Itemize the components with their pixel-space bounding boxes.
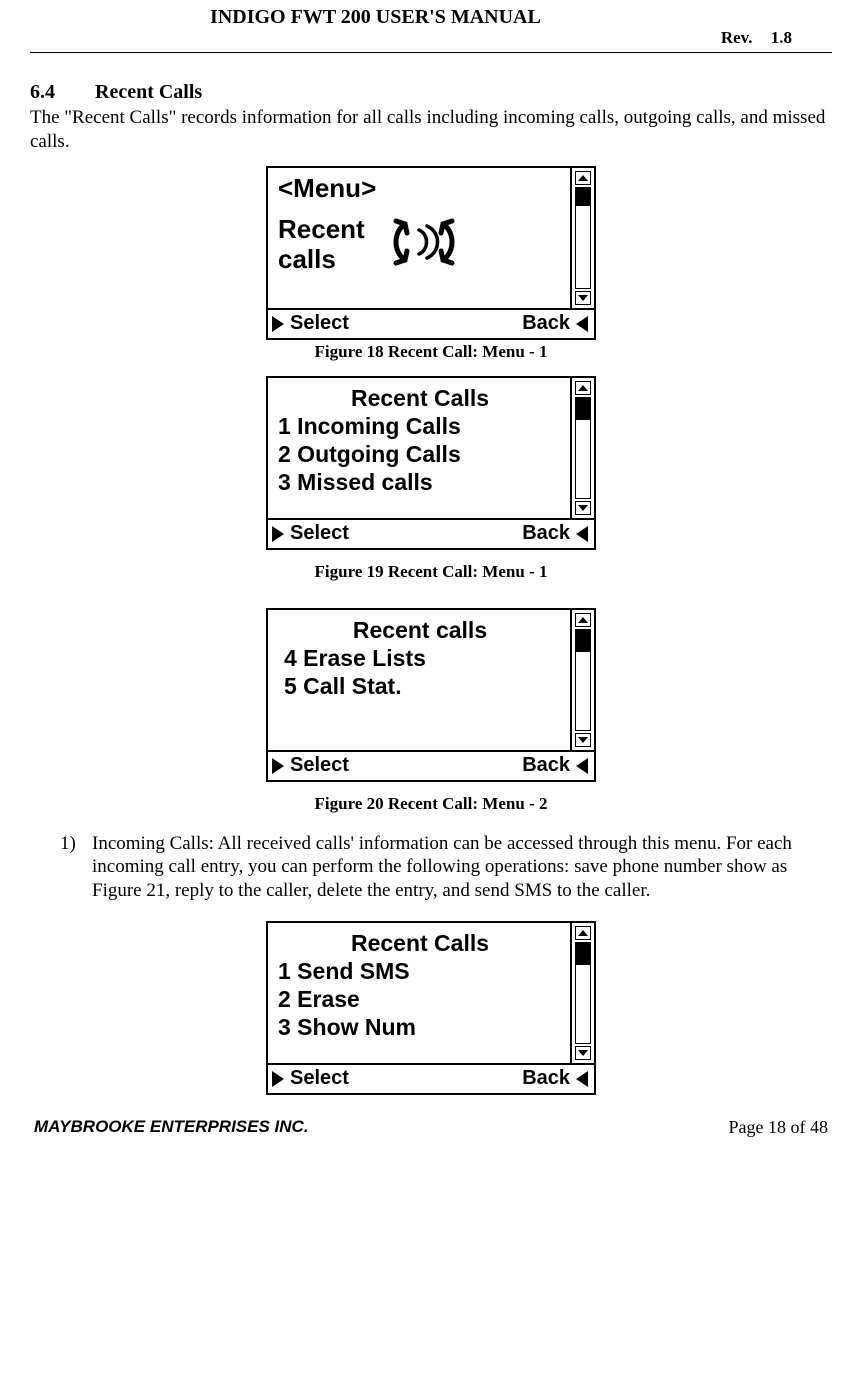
scroll-up-button[interactable]: [575, 926, 591, 940]
triangle-right-icon: [272, 316, 284, 332]
menu-item[interactable]: 1 Incoming Calls: [278, 412, 562, 440]
scrollbar-thumb[interactable]: [576, 630, 590, 652]
left-softkey[interactable]: Select: [290, 754, 349, 777]
menu-item[interactable]: 3 Missed calls: [278, 468, 562, 496]
scrollbar[interactable]: [570, 168, 594, 308]
list-text: Incoming Calls: All received calls' info…: [92, 832, 832, 903]
softkey-bar: Select Back: [268, 308, 594, 338]
scrollbar[interactable]: [570, 378, 594, 518]
phone-screen: Recent Calls 1 Incoming Calls 2 Outgoing…: [266, 376, 596, 550]
softkey-bar: Select Back: [268, 1063, 594, 1093]
menu-item[interactable]: 1 Send SMS: [278, 957, 562, 985]
figure-caption: Figure 19 Recent Call: Menu - 1: [315, 562, 548, 582]
menu-item[interactable]: 3 Show Num: [278, 1013, 562, 1041]
left-softkey[interactable]: Select: [290, 312, 349, 335]
scrollbar-track[interactable]: [575, 942, 591, 1044]
screen-title: Recent Calls: [278, 384, 562, 412]
triangle-down-icon: [578, 1050, 588, 1056]
triangle-up-icon: [578, 385, 588, 391]
scroll-down-button[interactable]: [575, 1046, 591, 1060]
rev-value: 1.8: [771, 28, 792, 47]
section-heading: 6.4 Recent Calls: [30, 81, 832, 104]
scrollbar-track[interactable]: [575, 629, 591, 731]
triangle-down-icon: [578, 295, 588, 301]
figure-19: Recent Calls 1 Incoming Calls 2 Outgoing…: [30, 376, 832, 582]
triangle-left-icon: [576, 1071, 588, 1087]
softkey-bar: Select Back: [268, 750, 594, 780]
section-title: Recent Calls: [95, 81, 202, 103]
recent-calls-icon: [385, 216, 463, 275]
scrollbar[interactable]: [570, 610, 594, 750]
screen-content: Recent calls 4 Erase Lists 5 Call Stat.: [268, 610, 570, 750]
scroll-up-button[interactable]: [575, 613, 591, 627]
menu-item[interactable]: 4 Erase Lists: [278, 644, 562, 672]
figure-caption: Figure 20 Recent Call: Menu - 2: [315, 794, 548, 814]
triangle-up-icon: [578, 617, 588, 623]
triangle-left-icon: [576, 526, 588, 542]
menu-item[interactable]: 5 Call Stat.: [278, 672, 562, 700]
menu-item-line2: calls: [278, 245, 365, 275]
header-rule: [30, 52, 832, 53]
scrollbar-track[interactable]: [575, 187, 591, 289]
rev-label: Rev.: [721, 28, 753, 47]
triangle-up-icon: [578, 175, 588, 181]
triangle-down-icon: [578, 737, 588, 743]
triangle-up-icon: [578, 930, 588, 936]
scrollbar-thumb[interactable]: [576, 943, 590, 965]
menu-label: <Menu>: [278, 174, 562, 204]
figure-20: Recent calls 4 Erase Lists 5 Call Stat. …: [30, 608, 832, 814]
screen-content: <Menu> Recent calls: [268, 168, 570, 308]
menu-item[interactable]: 2 Erase: [278, 985, 562, 1013]
right-softkey[interactable]: Back: [522, 312, 570, 335]
triangle-left-icon: [576, 758, 588, 774]
screen-title: Recent calls: [278, 616, 562, 644]
scrollbar[interactable]: [570, 923, 594, 1063]
page-header: INDIGO FWT 200 USER'S MANUAL Rev. 1.8: [30, 6, 832, 48]
phone-screen: Recent calls 4 Erase Lists 5 Call Stat. …: [266, 608, 596, 782]
screen-title: Recent Calls: [278, 929, 562, 957]
triangle-right-icon: [272, 526, 284, 542]
page-footer: MAYBROOKE ENTERPRISES INC. Page 18 of 48: [30, 1117, 832, 1138]
phone-screen: Recent Calls 1 Send SMS 2 Erase 3 Show N…: [266, 921, 596, 1095]
scroll-up-button[interactable]: [575, 381, 591, 395]
scroll-down-button[interactable]: [575, 291, 591, 305]
left-softkey[interactable]: Select: [290, 1067, 349, 1090]
right-softkey[interactable]: Back: [522, 522, 570, 545]
softkey-bar: Select Back: [268, 518, 594, 548]
triangle-right-icon: [272, 758, 284, 774]
header-title: INDIGO FWT 200 USER'S MANUAL: [30, 6, 721, 29]
scrollbar-thumb[interactable]: [576, 398, 590, 420]
menu-item-line1: Recent: [278, 215, 365, 245]
right-softkey[interactable]: Back: [522, 754, 570, 777]
screen-content: Recent Calls 1 Send SMS 2 Erase 3 Show N…: [268, 923, 570, 1063]
menu-item[interactable]: 2 Outgoing Calls: [278, 440, 562, 468]
screen-content: Recent Calls 1 Incoming Calls 2 Outgoing…: [268, 378, 570, 518]
scrollbar-track[interactable]: [575, 397, 591, 499]
triangle-left-icon: [576, 316, 588, 332]
scroll-down-button[interactable]: [575, 733, 591, 747]
figure-caption: Figure 18 Recent Call: Menu - 1: [315, 342, 548, 362]
triangle-down-icon: [578, 505, 588, 511]
figure-18: <Menu> Recent calls: [30, 166, 832, 362]
footer-company: MAYBROOKE ENTERPRISES INC.: [34, 1117, 309, 1138]
phone-screen: <Menu> Recent calls: [266, 166, 596, 340]
scroll-down-button[interactable]: [575, 501, 591, 515]
list-item-1: 1) Incoming Calls: All received calls' i…: [60, 832, 832, 903]
scrollbar-thumb[interactable]: [576, 188, 590, 206]
left-softkey[interactable]: Select: [290, 522, 349, 545]
figure-21: Recent Calls 1 Send SMS 2 Erase 3 Show N…: [30, 921, 832, 1095]
header-revision: Rev. 1.8: [721, 28, 792, 48]
section-number: 6.4: [30, 81, 90, 104]
section-intro: The "Recent Calls" records information f…: [30, 106, 832, 154]
right-softkey[interactable]: Back: [522, 1067, 570, 1090]
triangle-right-icon: [272, 1071, 284, 1087]
scroll-up-button[interactable]: [575, 171, 591, 185]
list-number: 1): [60, 832, 92, 903]
footer-page: Page 18 of 48: [729, 1117, 828, 1138]
